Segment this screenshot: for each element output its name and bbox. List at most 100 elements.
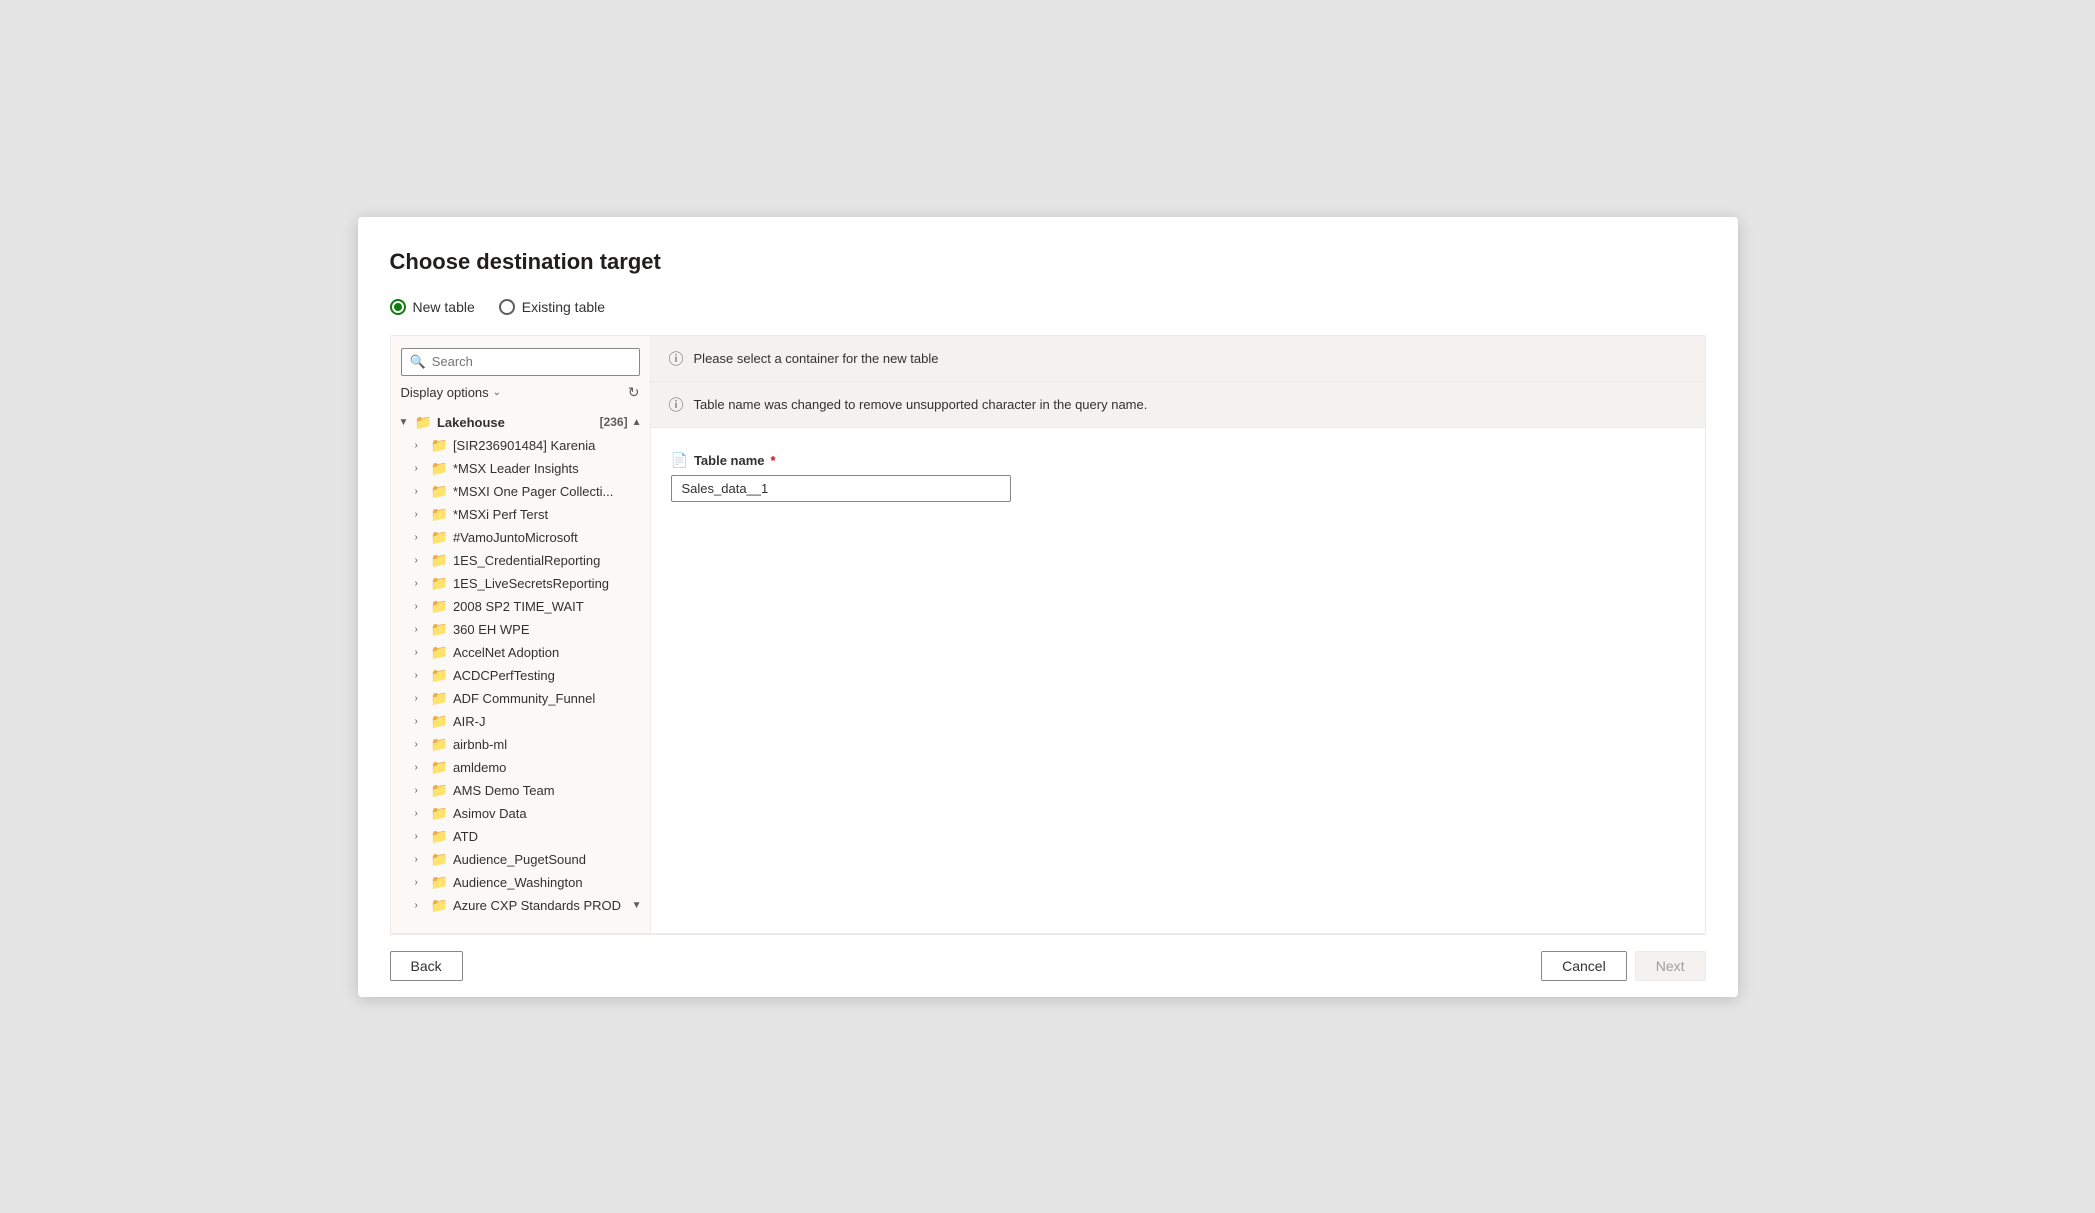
- chevron-down-icon: ⌄: [493, 387, 501, 398]
- tree-item-label: Audience_Washington: [453, 875, 642, 890]
- tree-root: ▼ 📁 Lakehouse [236] ▲ › 📁 [SIR236901484]…: [391, 411, 650, 917]
- tab-new-table[interactable]: New table: [390, 299, 475, 315]
- folder-icon: 📁: [431, 851, 448, 868]
- list-item[interactable]: › 📁 Audience_Washington: [391, 871, 650, 894]
- tree-chevron-icon: ›: [415, 440, 431, 451]
- list-item[interactable]: › 📁 ATD: [391, 825, 650, 848]
- folder-icon: 📁: [431, 529, 448, 546]
- left-panel: 🔍 Display options ⌄ ↻ ▼ 📁 Lakehouse: [391, 336, 651, 933]
- tree-item-label: ATD: [453, 829, 642, 844]
- scroll-down-icon[interactable]: ▼: [632, 900, 642, 911]
- folder-icon: 📁: [431, 575, 448, 592]
- list-item[interactable]: › 📁 #VamoJuntoMicrosoft: [391, 526, 650, 549]
- folder-icon: 📁: [431, 713, 448, 730]
- list-item[interactable]: › 📁 Audience_PugetSound: [391, 848, 650, 871]
- tree-chevron-icon: ›: [415, 854, 431, 865]
- tree-item-label: AMS Demo Team: [453, 783, 642, 798]
- folder-icon: 📁: [415, 414, 432, 431]
- list-item[interactable]: › 📁 [SIR236901484] Karenia: [391, 434, 650, 457]
- warning-banner-text: Table name was changed to remove unsuppo…: [694, 397, 1148, 412]
- folder-icon: 📁: [431, 621, 448, 638]
- tree-item-label: [SIR236901484] Karenia: [453, 438, 642, 453]
- tree-chevron-icon: ›: [415, 578, 431, 589]
- info-banner-text: Please select a container for the new ta…: [694, 351, 939, 366]
- folder-icon: 📁: [431, 506, 448, 523]
- folder-icon: 📁: [431, 828, 448, 845]
- footer-right: Cancel Next: [1541, 951, 1705, 981]
- tree-root-item[interactable]: ▼ 📁 Lakehouse [236] ▲: [391, 411, 650, 434]
- list-item[interactable]: › 📁 1ES_LiveSecretsReporting: [391, 572, 650, 595]
- tree-item-label: airbnb-ml: [453, 737, 642, 752]
- tree-item-label: 1ES_CredentialReporting: [453, 553, 642, 568]
- folder-icon: 📁: [431, 874, 448, 891]
- tree-chevron-icon: ›: [415, 900, 431, 911]
- folder-icon: 📁: [431, 805, 448, 822]
- choose-destination-dialog: Choose destination target New table Exis…: [358, 217, 1738, 997]
- folder-icon: 📁: [431, 483, 448, 500]
- list-item[interactable]: › 📁 2008 SP2 TIME_WAIT: [391, 595, 650, 618]
- tab-bar: New table Existing table: [390, 299, 1706, 315]
- scroll-up-icon[interactable]: ▲: [632, 417, 642, 428]
- list-item[interactable]: › 📁 AccelNet Adoption: [391, 641, 650, 664]
- info-banner: ⓘ Please select a container for the new …: [651, 336, 1705, 382]
- tree-chevron-icon: ›: [415, 601, 431, 612]
- dialog-footer: Back Cancel Next: [390, 934, 1706, 997]
- tree-chevron-icon: ›: [415, 716, 431, 727]
- list-item[interactable]: › 📁 360 EH WPE: [391, 618, 650, 641]
- list-item[interactable]: › 📁 Azure CXP Standards PROD ▼: [391, 894, 650, 917]
- radio-existing-table[interactable]: [499, 299, 515, 315]
- table-name-icon: 📄: [671, 452, 688, 469]
- table-name-label-row: 📄 Table name *: [671, 452, 1685, 469]
- tree-chevron-icon: ›: [415, 463, 431, 474]
- tree-chevron-icon: ›: [415, 647, 431, 658]
- folder-icon: 📁: [431, 897, 448, 914]
- tree-item-label: AccelNet Adoption: [453, 645, 642, 660]
- footer-left: Back: [390, 951, 463, 981]
- back-button[interactable]: Back: [390, 951, 463, 981]
- display-options-row[interactable]: Display options ⌄ ↻: [391, 384, 650, 411]
- tree-root-label: Lakehouse: [437, 415, 596, 430]
- tree-item-label: 2008 SP2 TIME_WAIT: [453, 599, 642, 614]
- list-item[interactable]: › 📁 AMS Demo Team: [391, 779, 650, 802]
- folder-icon: 📁: [431, 644, 448, 661]
- tree-item-label: AIR-J: [453, 714, 642, 729]
- tree-item-label: Audience_PugetSound: [453, 852, 642, 867]
- list-item[interactable]: › 📁 Asimov Data: [391, 802, 650, 825]
- tree-chevron-icon: ›: [415, 762, 431, 773]
- tree-area[interactable]: ▼ 📁 Lakehouse [236] ▲ › 📁 [SIR236901484]…: [391, 411, 650, 933]
- tree-chevron-icon: ›: [415, 808, 431, 819]
- tree-item-label: ACDCPerfTesting: [453, 668, 642, 683]
- table-name-input[interactable]: [671, 475, 1011, 502]
- list-item[interactable]: › 📁 AIR-J: [391, 710, 650, 733]
- list-item[interactable]: › 📁 amldemo: [391, 756, 650, 779]
- folder-icon: 📁: [431, 736, 448, 753]
- cancel-button[interactable]: Cancel: [1541, 951, 1627, 981]
- list-item[interactable]: › 📁 1ES_CredentialReporting: [391, 549, 650, 572]
- warning-banner: ⓘ Table name was changed to remove unsup…: [651, 382, 1705, 428]
- search-box[interactable]: 🔍: [401, 348, 640, 376]
- folder-icon: 📁: [431, 667, 448, 684]
- list-item[interactable]: › 📁 ACDCPerfTesting: [391, 664, 650, 687]
- tree-item-label: *MSXi Perf Terst: [453, 507, 642, 522]
- tree-item-label: 1ES_LiveSecretsReporting: [453, 576, 642, 591]
- search-icon: 🔍: [410, 354, 426, 370]
- tree-root-count: [236]: [600, 415, 628, 429]
- right-panel: ⓘ Please select a container for the new …: [651, 336, 1705, 933]
- warning-icon: ⓘ: [669, 394, 684, 415]
- list-item[interactable]: › 📁 *MSXi Perf Terst: [391, 503, 650, 526]
- folder-icon: 📁: [431, 782, 448, 799]
- display-options-label: Display options: [401, 385, 489, 400]
- list-item[interactable]: › 📁 ADF Community_Funnel: [391, 687, 650, 710]
- list-item[interactable]: › 📁 *MSX Leader Insights: [391, 457, 650, 480]
- search-input[interactable]: [432, 354, 631, 369]
- tree-item-label: 360 EH WPE: [453, 622, 642, 637]
- tab-existing-table[interactable]: Existing table: [499, 299, 605, 315]
- radio-new-table[interactable]: [390, 299, 406, 315]
- refresh-icon[interactable]: ↻: [628, 384, 640, 401]
- tree-expand-chevron: ▼: [399, 417, 415, 428]
- folder-icon: 📁: [431, 690, 448, 707]
- tree-chevron-icon: ›: [415, 624, 431, 635]
- list-item[interactable]: › 📁 *MSXI One Pager Collecti...: [391, 480, 650, 503]
- tree-item-label: *MSXI One Pager Collecti...: [453, 484, 642, 499]
- list-item[interactable]: › 📁 airbnb-ml: [391, 733, 650, 756]
